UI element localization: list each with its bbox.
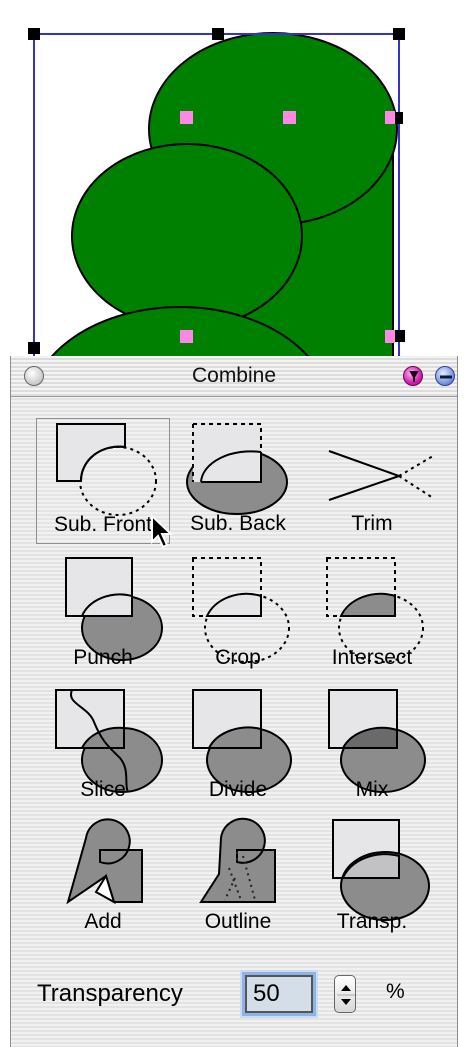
sub-back-button[interactable]: Sub. Back	[171, 418, 305, 544]
anchor-point[interactable]	[283, 111, 296, 124]
palette-titlebar[interactable]: Combine	[11, 356, 457, 397]
add-button[interactable]: Add	[36, 816, 170, 942]
intersect-label: Intersect	[331, 646, 413, 669]
outline-label: Outline	[204, 910, 272, 933]
divide-button[interactable]: Divide	[171, 684, 305, 810]
transparency-row: Transparency %	[11, 966, 457, 1026]
trim-label: Trim	[351, 512, 393, 535]
anchor-point[interactable]	[180, 111, 193, 124]
sub-back-label: Sub. Back	[190, 512, 286, 535]
transparency-label: Transparency	[37, 980, 183, 1007]
intersect-button[interactable]: Intersect	[305, 552, 439, 678]
transp-button[interactable]: Transp.	[305, 816, 439, 942]
resize-handle[interactable]	[28, 28, 40, 40]
resize-handle[interactable]	[212, 28, 224, 40]
minus-icon	[440, 375, 452, 379]
trim-button[interactable]: Trim	[305, 418, 439, 544]
percent-label: %	[386, 980, 405, 1003]
mix-label: Mix	[355, 778, 389, 801]
stepper-arrows-icon	[337, 985, 355, 1005]
transparency-stepper[interactable]	[334, 975, 356, 1013]
mix-button[interactable]: Mix	[305, 684, 439, 810]
punch-label: Punch	[73, 646, 133, 669]
punch-button[interactable]: Punch	[36, 552, 170, 678]
pin-icon	[409, 371, 419, 382]
add-label: Add	[84, 910, 122, 933]
collapse-button[interactable]	[435, 366, 455, 386]
combine-palette: Combine Sub. Front Sub. Back Trim Punch …	[10, 356, 458, 1047]
transp-label: Transp.	[336, 910, 408, 933]
palette-title: Combine	[191, 364, 277, 387]
mouse-cursor-icon	[151, 514, 174, 549]
outline-button[interactable]: Outline	[171, 816, 305, 942]
pin-button[interactable]	[403, 366, 423, 386]
drawing-canvas[interactable]	[0, 0, 466, 356]
divide-label: Divide	[208, 778, 268, 801]
slice-label: Slice	[80, 778, 126, 801]
green-ellipse-shape[interactable]	[71, 143, 303, 329]
resize-handle[interactable]	[28, 342, 40, 354]
crop-button[interactable]: Crop	[171, 552, 305, 678]
slice-button[interactable]: Slice	[36, 684, 170, 810]
crop-label: Crop	[215, 646, 261, 669]
transparency-input[interactable]	[245, 975, 313, 1013]
anchor-point[interactable]	[180, 330, 193, 343]
resize-handle[interactable]	[393, 28, 405, 40]
selected-shape-group[interactable]	[30, 32, 398, 356]
anchor-point[interactable]	[385, 111, 395, 124]
anchor-point[interactable]	[385, 330, 395, 343]
